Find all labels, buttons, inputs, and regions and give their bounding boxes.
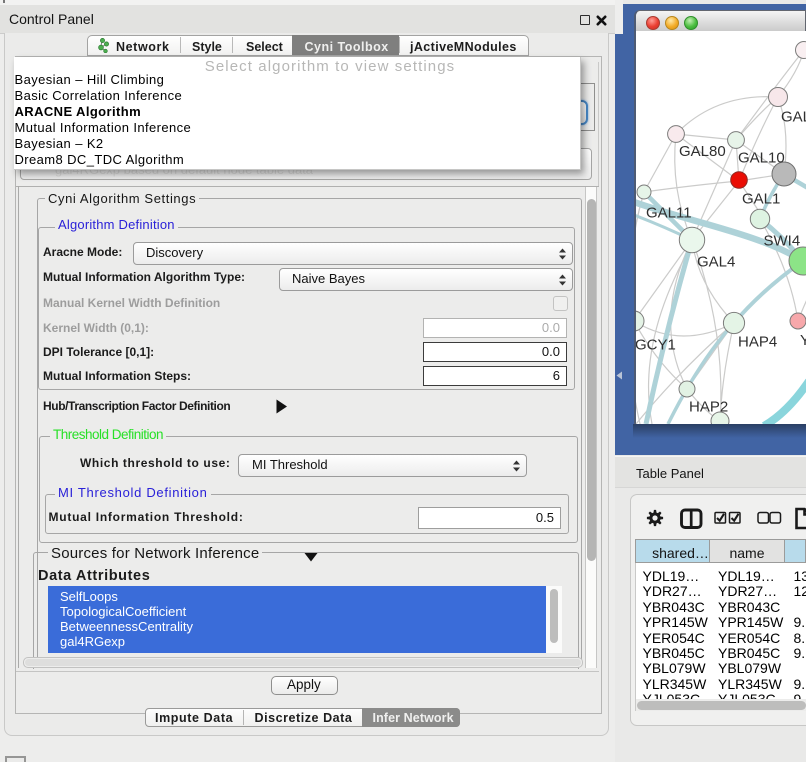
svg-text:GAL11: GAL11 xyxy=(646,205,692,222)
svg-text:SWI4: SWI4 xyxy=(764,233,801,250)
svg-text:GAL4: GAL4 xyxy=(697,254,735,271)
svg-text:Y: Y xyxy=(800,332,806,349)
svg-text:GAL7: GAL7 xyxy=(781,109,806,126)
svg-text:GAL10: GAL10 xyxy=(738,150,785,167)
svg-text:GCY1: GCY1 xyxy=(636,337,676,354)
svg-text:HAP2: HAP2 xyxy=(689,399,728,416)
svg-text:GAL80: GAL80 xyxy=(679,143,726,160)
svg-text:HAP4: HAP4 xyxy=(738,334,777,351)
svg-text:GAL1: GAL1 xyxy=(742,191,780,208)
